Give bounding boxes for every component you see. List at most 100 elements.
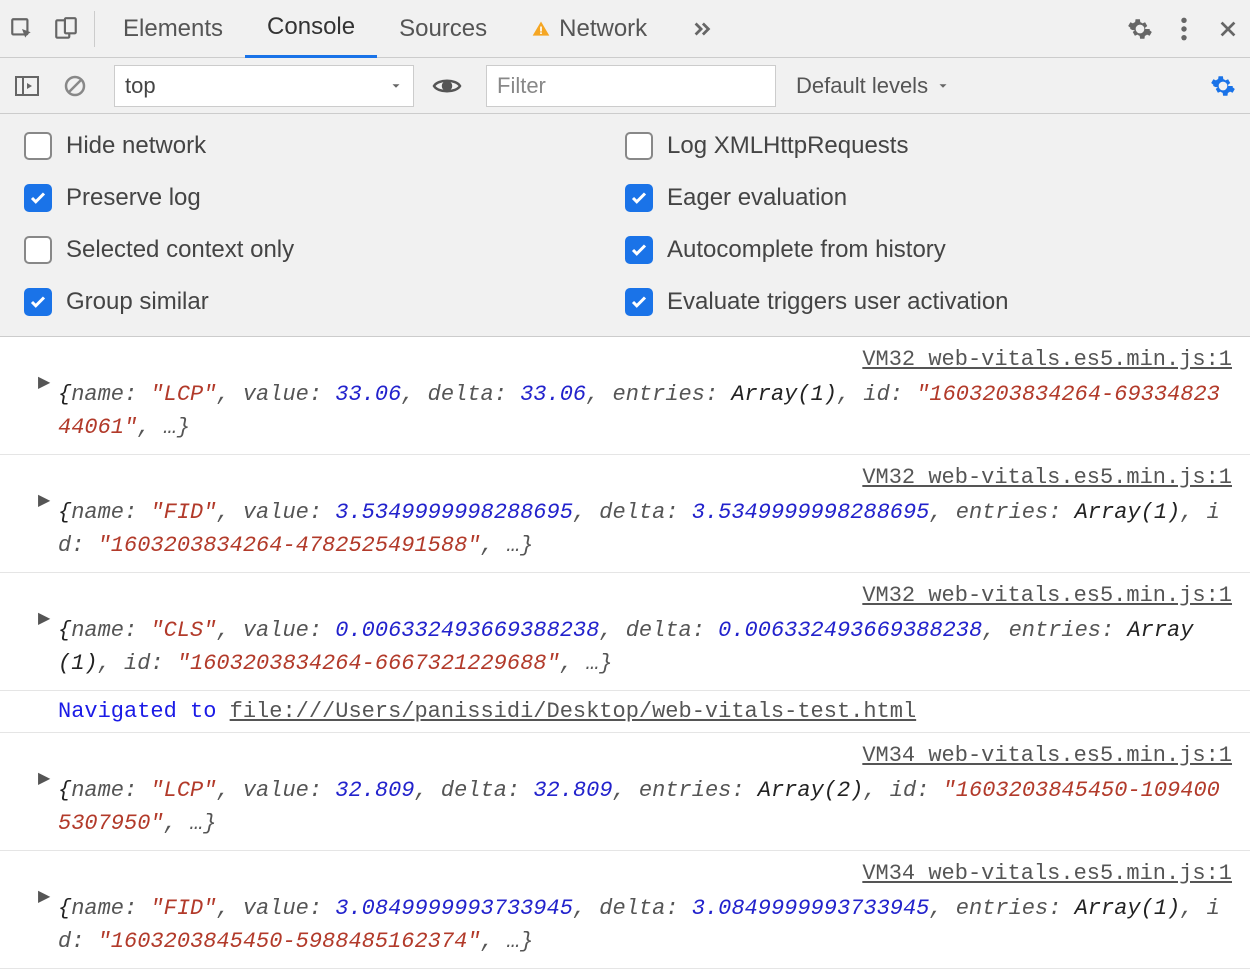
log-value: 3.0849999993733945 bbox=[335, 896, 573, 921]
log-object[interactable]: {name: "LCP", value: 33.06, delta: 33.06… bbox=[58, 382, 1220, 440]
setting-row: Hide network bbox=[24, 132, 625, 160]
log-object[interactable]: {name: "LCP", value: 32.809, delta: 32.8… bbox=[58, 778, 1220, 836]
checkbox[interactable] bbox=[625, 236, 653, 264]
setting-row: Preserve log bbox=[24, 184, 625, 212]
tab-sources[interactable]: Sources bbox=[377, 0, 509, 58]
expand-caret-icon[interactable]: ▶ bbox=[38, 767, 50, 791]
setting-label: Selected context only bbox=[66, 236, 294, 264]
setting-row: Eager evaluation bbox=[625, 184, 1226, 212]
expand-caret-icon[interactable]: ▶ bbox=[38, 489, 50, 513]
log-object[interactable]: {name: "FID", value: 3.0849999993733945,… bbox=[58, 896, 1220, 954]
log-name: "FID" bbox=[150, 896, 216, 921]
log-id: "1603203834264-6667321229688" bbox=[177, 651, 560, 676]
setting-label: Log XMLHttpRequests bbox=[667, 132, 908, 160]
tab-network[interactable]: Network bbox=[509, 0, 669, 58]
console-settings-icon[interactable] bbox=[1204, 67, 1242, 105]
setting-row: Selected context only bbox=[24, 236, 625, 264]
tabs: Elements Console Sources Network bbox=[101, 0, 735, 58]
setting-row: Evaluate triggers user activation bbox=[625, 288, 1226, 316]
tab-console[interactable]: Console bbox=[245, 0, 377, 58]
inspect-element-icon[interactable] bbox=[0, 0, 44, 58]
kebab-menu-icon[interactable] bbox=[1162, 0, 1206, 58]
close-icon[interactable] bbox=[1206, 0, 1250, 58]
log-object[interactable]: {name: "FID", value: 3.5349999998288695,… bbox=[58, 500, 1220, 558]
log-entries: Array(1) bbox=[1075, 896, 1181, 921]
settings-col-right: Log XMLHttpRequests Eager evaluation Autoc… bbox=[625, 132, 1226, 316]
log-delta: 3.5349999998288695 bbox=[692, 500, 930, 525]
setting-label: Group similar bbox=[66, 288, 209, 316]
devtools-tabbar: Elements Console Sources Network bbox=[0, 0, 1250, 58]
log-delta: 32.809 bbox=[533, 778, 612, 803]
setting-row: Autocomplete from history bbox=[625, 236, 1226, 264]
checkbox[interactable] bbox=[24, 184, 52, 212]
log-entries: Array(1) bbox=[731, 382, 837, 407]
expand-caret-icon[interactable]: ▶ bbox=[38, 371, 50, 395]
console-log-entry: VM34 web-vitals.es5.min.js:1 ▶ {name: "LCP… bbox=[0, 733, 1250, 851]
log-delta: 0.006332493669388238 bbox=[718, 618, 982, 643]
checkbox[interactable] bbox=[24, 132, 52, 160]
context-value: top bbox=[125, 73, 156, 99]
console-settings-panel: Hide network Preserve log Selected context… bbox=[0, 114, 1250, 337]
log-name: "CLS" bbox=[150, 618, 216, 643]
source-link[interactable]: VM34 web-vitals.es5.min.js:1 bbox=[58, 857, 1232, 890]
setting-row: Log XMLHttpRequests bbox=[625, 132, 1226, 160]
context-selector[interactable]: top bbox=[114, 65, 414, 107]
nav-label: Navigated to bbox=[58, 699, 230, 724]
levels-label: Default levels bbox=[796, 73, 928, 99]
clear-console-icon[interactable] bbox=[56, 67, 94, 105]
expand-caret-icon[interactable]: ▶ bbox=[38, 885, 50, 909]
log-name: "LCP" bbox=[150, 382, 216, 407]
checkbox[interactable] bbox=[625, 184, 653, 212]
filter-input[interactable] bbox=[486, 65, 776, 107]
console-log-entry: VM32 web-vitals.es5.min.js:1 ▶ {name: "LCP… bbox=[0, 337, 1250, 455]
log-value: 33.06 bbox=[335, 382, 401, 407]
setting-label: Evaluate triggers user activation bbox=[667, 288, 1009, 316]
log-delta: 33.06 bbox=[520, 382, 586, 407]
source-link[interactable]: VM32 web-vitals.es5.min.js:1 bbox=[58, 461, 1232, 494]
log-entries: Array(2) bbox=[758, 778, 864, 803]
tab-elements[interactable]: Elements bbox=[101, 0, 245, 58]
source-link[interactable]: VM32 web-vitals.es5.min.js:1 bbox=[58, 343, 1232, 376]
settings-col-left: Hide network Preserve log Selected context… bbox=[24, 132, 625, 316]
log-id: "1603203834264-4782525491588" bbox=[98, 533, 481, 558]
log-entries: Array(1) bbox=[1075, 500, 1181, 525]
log-value: 0.006332493669388238 bbox=[335, 618, 599, 643]
tab-label: Console bbox=[267, 13, 355, 41]
expand-caret-icon[interactable]: ▶ bbox=[38, 607, 50, 631]
log-value: 3.5349999998288695 bbox=[335, 500, 573, 525]
warning-icon bbox=[531, 19, 551, 39]
setting-label: Preserve log bbox=[66, 184, 201, 212]
settings-gear-icon[interactable] bbox=[1118, 0, 1162, 58]
log-value: 32.809 bbox=[335, 778, 414, 803]
checkbox[interactable] bbox=[625, 132, 653, 160]
console-toolbar: top Default levels bbox=[0, 58, 1250, 114]
checkbox[interactable] bbox=[24, 236, 52, 264]
setting-label: Hide network bbox=[66, 132, 206, 160]
nav-url[interactable]: file:///Users/panissidi/Desktop/web-vita… bbox=[230, 699, 917, 724]
log-delta: 3.0849999993733945 bbox=[692, 896, 930, 921]
log-levels-selector[interactable]: Default levels bbox=[786, 73, 960, 99]
tabs-overflow[interactable] bbox=[669, 0, 735, 58]
source-link[interactable]: VM32 web-vitals.es5.min.js:1 bbox=[58, 579, 1232, 612]
show-sidebar-icon[interactable] bbox=[8, 67, 46, 105]
log-name: "LCP" bbox=[150, 778, 216, 803]
console-log-entry: VM32 web-vitals.es5.min.js:1 ▶ {name: "FID… bbox=[0, 455, 1250, 573]
caret-down-icon bbox=[389, 79, 403, 93]
live-expression-icon[interactable] bbox=[428, 67, 466, 105]
log-object[interactable]: {name: "CLS", value: 0.00633249366938823… bbox=[58, 618, 1193, 676]
tab-label: Network bbox=[559, 15, 647, 43]
setting-label: Autocomplete from history bbox=[667, 236, 946, 264]
log-name: "FID" bbox=[150, 500, 216, 525]
console-log-entry: VM32 web-vitals.es5.min.js:1 ▶ {name: "CLS… bbox=[0, 573, 1250, 691]
source-link[interactable]: VM34 web-vitals.es5.min.js:1 bbox=[58, 739, 1232, 772]
chevron-double-right-icon bbox=[691, 18, 713, 40]
device-toolbar-icon[interactable] bbox=[44, 0, 88, 58]
tab-label: Sources bbox=[399, 15, 487, 43]
log-id: "1603203845450-5988485162374" bbox=[98, 929, 481, 954]
divider bbox=[94, 11, 95, 47]
console-log-entry: VM34 web-vitals.es5.min.js:1 ▶ {name: "FID… bbox=[0, 851, 1250, 969]
caret-down-icon bbox=[936, 79, 950, 93]
checkbox[interactable] bbox=[625, 288, 653, 316]
console-messages: VM32 web-vitals.es5.min.js:1 ▶ {name: "LCP… bbox=[0, 337, 1250, 969]
checkbox[interactable] bbox=[24, 288, 52, 316]
